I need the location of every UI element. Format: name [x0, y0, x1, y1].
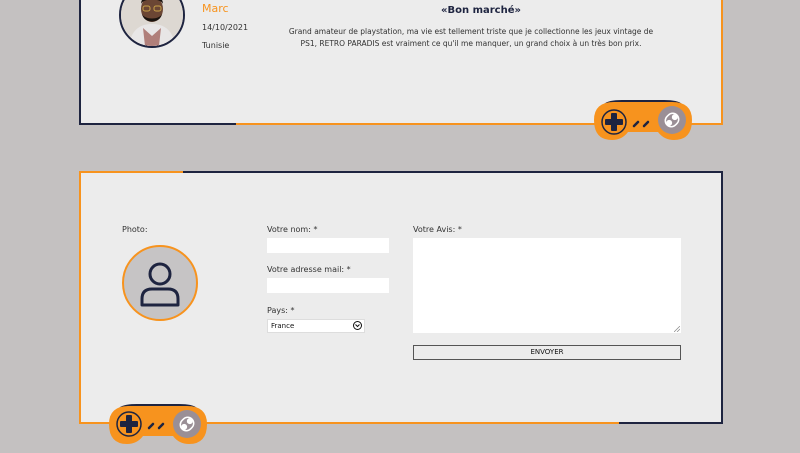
chevron-down-icon [353, 321, 362, 330]
review-text: Grand amateur de playstation, ma vie est… [288, 27, 654, 48]
gamepad-icon [109, 402, 207, 450]
card-border-accent [619, 422, 723, 424]
country-select[interactable]: France [267, 319, 365, 333]
name-label: Votre nom: * [267, 225, 318, 234]
reviewer-name: Marc [202, 2, 229, 15]
email-field[interactable] [267, 278, 389, 293]
user-icon [140, 262, 180, 307]
country-select-value: France [271, 322, 295, 330]
resize-grip-icon[interactable] [674, 326, 680, 332]
photo-label: Photo: [122, 225, 148, 234]
review-form-card: Photo: Votre nom: * Votre adresse mail: … [79, 171, 723, 424]
email-label: Votre adresse mail: * [267, 265, 351, 274]
gamepad-icon [594, 98, 692, 146]
card-border-accent [79, 171, 183, 173]
review-title: «Bon marché» [441, 5, 521, 16]
reviewer-country: Tunisie [202, 41, 230, 50]
review-date: 14/10/2021 [202, 23, 249, 32]
reviewer-avatar [119, 0, 185, 48]
name-field[interactable] [267, 238, 389, 253]
photo-upload[interactable] [122, 245, 198, 321]
card-border-accent [79, 123, 236, 125]
submit-button[interactable]: ENVOYER [413, 345, 681, 360]
review-textarea[interactable] [413, 238, 681, 333]
review-label: Votre Avis: * [413, 225, 462, 234]
country-label: Pays: * [267, 306, 295, 315]
